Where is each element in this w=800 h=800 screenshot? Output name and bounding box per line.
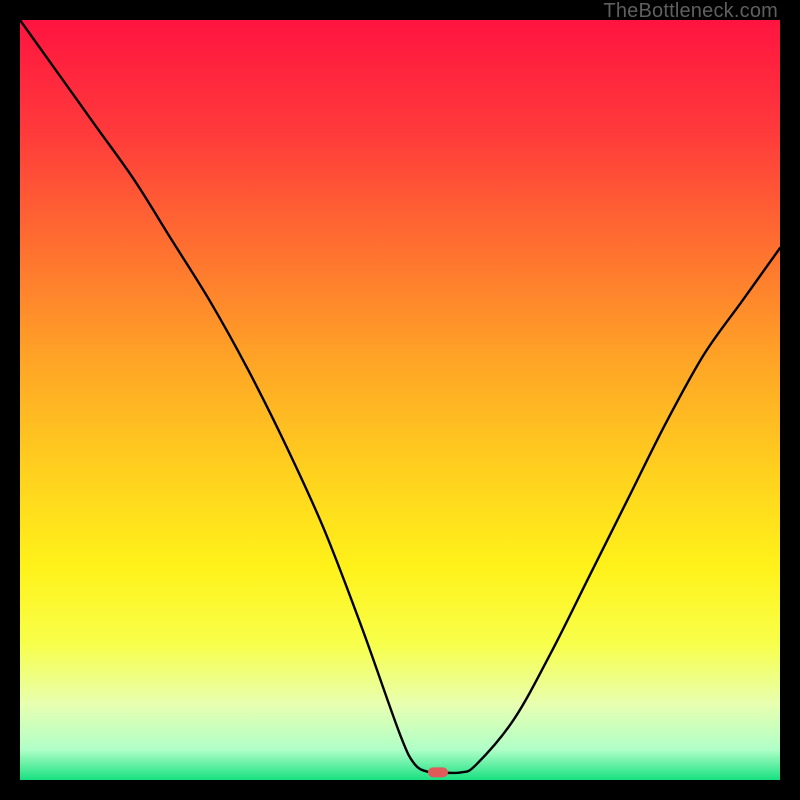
chart-svg (20, 20, 780, 780)
watermark-text: TheBottleneck.com (603, 0, 778, 23)
chart-background (20, 20, 780, 780)
bottleneck-chart (20, 20, 780, 780)
optimal-marker (428, 767, 448, 777)
